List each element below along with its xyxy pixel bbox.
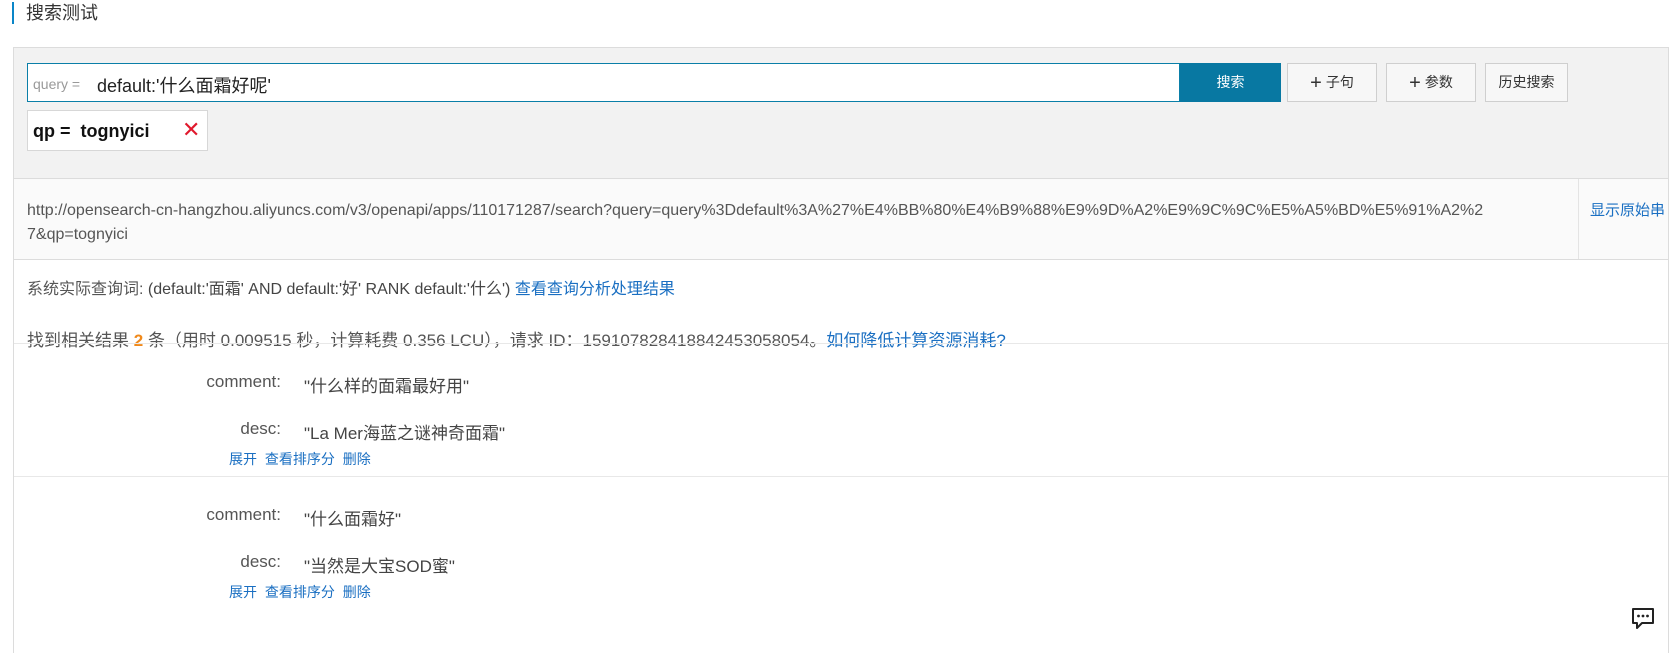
search-test-panel: query = default:'什么面霜好呢' 搜索 + 子句 + 参数 历史搜索… xyxy=(13,47,1669,653)
desc-label: desc: xyxy=(240,419,281,438)
show-raw-string-link[interactable]: 显示原始串 xyxy=(1590,199,1665,220)
param-tag: qp = tognyici ✕ xyxy=(27,110,208,151)
param-tag-text: qp = tognyici xyxy=(33,121,150,141)
view-ranking-score-link[interactable]: 查看排序分 xyxy=(265,451,335,467)
actual-query-line: 系统实际查询词: (default:'面霜' AND default:'好' R… xyxy=(27,275,675,299)
plus-icon: + xyxy=(1310,72,1322,94)
actual-query-label: 系统实际查询词: xyxy=(27,281,144,298)
result-actions: 展开 查看排序分 删除 xyxy=(229,449,375,469)
remove-param-icon[interactable]: ✕ xyxy=(182,117,200,143)
query-input[interactable]: query = default:'什么面霜好呢' xyxy=(27,63,1180,102)
url-divider xyxy=(1578,179,1579,259)
actual-query-expression: (default:'面霜' AND default:'好' RANK defau… xyxy=(147,281,511,298)
query-analysis-link[interactable]: 查看查询分析处理结果 xyxy=(515,281,675,298)
result-item: comment: "什么样的面霜最好用" desc: "La Mer海蓝之谜神奇… xyxy=(14,343,1668,477)
result-actions: 展开 查看排序分 删除 xyxy=(229,582,375,602)
comment-label: comment: xyxy=(206,372,281,391)
comment-value: "什么样的面霜最好用" xyxy=(304,377,470,396)
desc-value: "当然是大宝SOD蜜" xyxy=(304,557,455,576)
delete-link[interactable]: 删除 xyxy=(343,584,371,600)
query-input-value[interactable]: default:'什么面霜好呢' xyxy=(97,72,271,98)
search-button[interactable]: 搜索 xyxy=(1180,63,1281,102)
add-clause-button[interactable]: + 子句 xyxy=(1287,63,1377,102)
history-search-button[interactable]: 历史搜索 xyxy=(1485,63,1568,102)
desc-label: desc: xyxy=(240,552,281,571)
desc-value: "La Mer海蓝之谜神奇面霜" xyxy=(304,424,505,443)
add-param-label: 参数 xyxy=(1424,74,1453,90)
add-param-button[interactable]: + 参数 xyxy=(1386,63,1476,102)
page-title: 搜索测试 xyxy=(12,2,98,24)
delete-link[interactable]: 删除 xyxy=(343,451,371,467)
plus-icon: + xyxy=(1409,72,1421,94)
query-prefix-label: query = xyxy=(33,76,81,92)
comment-label: comment: xyxy=(206,505,281,524)
chat-bubble-icon[interactable] xyxy=(1630,605,1656,631)
request-url: http://opensearch-cn-hangzhou.aliyuncs.c… xyxy=(27,202,1484,243)
expand-link[interactable]: 展开 xyxy=(229,451,257,467)
request-url-area: http://opensearch-cn-hangzhou.aliyuncs.c… xyxy=(14,179,1668,260)
search-area: query = default:'什么面霜好呢' 搜索 + 子句 + 参数 历史搜索… xyxy=(14,48,1668,179)
add-clause-label: 子句 xyxy=(1325,74,1354,90)
expand-link[interactable]: 展开 xyxy=(229,584,257,600)
comment-value: "什么面霜好" xyxy=(304,510,402,529)
view-ranking-score-link[interactable]: 查看排序分 xyxy=(265,584,335,600)
result-item: comment: "什么面霜好" desc: "当然是大宝SOD蜜" 展开 查看… xyxy=(14,476,1668,655)
